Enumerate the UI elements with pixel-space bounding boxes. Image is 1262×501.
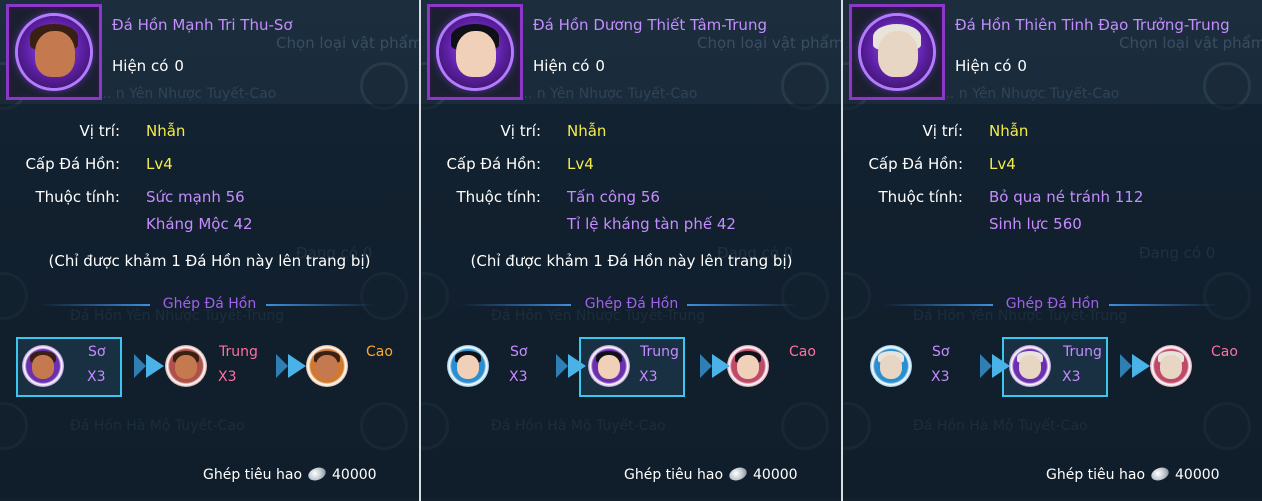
soul-stone-tier-icon[interactable] xyxy=(22,345,64,387)
attr-label: Thuộc tính: xyxy=(456,188,542,206)
soul-stone-tier-icon[interactable] xyxy=(1150,345,1192,387)
compose-cost-label: Ghép tiêu hao xyxy=(1046,467,1146,483)
compose-cost-value: 40000 xyxy=(753,467,798,483)
soul-stone-panel: Chọn loại vật phẩm... n Yên Nhược Tuyết-… xyxy=(421,0,842,501)
item-portrait xyxy=(849,4,945,100)
owned-value: 0 xyxy=(595,57,605,75)
tier-label: Trung xyxy=(219,344,258,360)
tier-count: X3 xyxy=(639,369,658,385)
inlay-note: (Chỉ được khảm 1 Đá Hồn này lên trang bị… xyxy=(48,252,371,270)
position-value: Nhẫn xyxy=(146,122,186,140)
compose-section-title: Ghép Đá Hồn xyxy=(1005,296,1100,312)
attr-label: Thuộc tính: xyxy=(878,188,964,206)
tier-count: X3 xyxy=(87,369,106,385)
tier-label: Sơ xyxy=(88,344,106,360)
tier-count: X3 xyxy=(509,369,528,385)
position-label: Vị trí: xyxy=(922,122,963,140)
tier-count: X3 xyxy=(931,369,950,385)
item-title: Đá Hồn Dương Thiết Tâm-Trung xyxy=(533,16,767,34)
owned-label: Hiện có xyxy=(112,57,169,75)
position-value: Nhẫn xyxy=(989,122,1029,140)
soul-stone-orb-icon xyxy=(861,16,933,88)
level-value: Lv4 xyxy=(567,155,594,173)
tier-label: Trung xyxy=(1063,344,1102,360)
attr-value: Tấn công 56 xyxy=(567,188,660,206)
soul-stone-tier-icon[interactable] xyxy=(588,345,630,387)
item-header: Đá Hồn Thiên Tinh Đạo Trưởng-Trung Hiện … xyxy=(843,0,1262,102)
soul-stone-tier-icon[interactable] xyxy=(727,345,769,387)
arrow-right-icon xyxy=(700,354,730,378)
compose-section-title: Ghép Đá Hồn xyxy=(162,296,257,312)
soul-stone-tier-icon[interactable] xyxy=(870,345,912,387)
position-label: Vị trí: xyxy=(79,122,120,140)
level-label: Cấp Đá Hồn: xyxy=(25,155,120,173)
soul-stone-tier-icon[interactable] xyxy=(447,345,489,387)
tier-count: X3 xyxy=(218,369,237,385)
soul-stone-orb-icon xyxy=(439,16,511,88)
owned-count: Hiện có 0 xyxy=(533,57,605,75)
panel-divider xyxy=(841,0,843,501)
tier-label: Trung xyxy=(640,344,679,360)
attr-value: Sinh lực 560 xyxy=(989,215,1082,233)
owned-count: Hiện có 0 xyxy=(112,57,184,75)
owned-value: 0 xyxy=(1017,57,1027,75)
soul-stone-tier-icon[interactable] xyxy=(1009,345,1051,387)
owned-label: Hiện có xyxy=(955,57,1012,75)
tier-label: Cao xyxy=(1211,344,1238,360)
arrow-right-icon xyxy=(980,354,1010,378)
arrow-right-icon xyxy=(556,354,586,378)
position-label: Vị trí: xyxy=(500,122,541,140)
soul-stone-tier-icon[interactable] xyxy=(306,345,348,387)
item-header: Đá Hồn Mạnh Tri Thu-Sơ Hiện có 0 xyxy=(0,0,419,102)
level-label: Cấp Đá Hồn: xyxy=(868,155,963,173)
tier-label: Sơ xyxy=(510,344,528,360)
compose-cost-value: 40000 xyxy=(332,467,377,483)
arrow-right-icon xyxy=(134,354,164,378)
compose-cost-value: 40000 xyxy=(1175,467,1220,483)
panel-divider xyxy=(419,0,421,501)
tier-count: X3 xyxy=(1062,369,1081,385)
owned-value: 0 xyxy=(174,57,184,75)
compose-cost-label: Ghép tiêu hao xyxy=(203,467,303,483)
attr-value: Kháng Mộc 42 xyxy=(146,215,253,233)
tier-label: Cao xyxy=(366,344,393,360)
inlay-note: (Chỉ được khảm 1 Đá Hồn này lên trang bị… xyxy=(470,252,793,270)
owned-count: Hiện có 0 xyxy=(955,57,1027,75)
arrow-right-icon xyxy=(1120,354,1150,378)
attr-value: Sức mạnh 56 xyxy=(146,188,245,206)
attr-value: Tỉ lệ kháng tàn phế 42 xyxy=(567,215,736,233)
level-value: Lv4 xyxy=(146,155,173,173)
level-label: Cấp Đá Hồn: xyxy=(446,155,541,173)
compose-cost-label: Ghép tiêu hao xyxy=(624,467,724,483)
item-title: Đá Hồn Mạnh Tri Thu-Sơ xyxy=(112,16,293,34)
arrow-right-icon xyxy=(276,354,306,378)
item-portrait xyxy=(427,4,523,100)
soul-stone-panel: Chọn loại vật phẩm... n Yên Nhược Tuyết-… xyxy=(0,0,419,501)
soul-stone-orb-icon xyxy=(18,16,90,88)
soul-stone-panel: Chọn loại vật phẩm... n Yên Nhược Tuyết-… xyxy=(843,0,1262,501)
position-value: Nhẫn xyxy=(567,122,607,140)
item-header: Đá Hồn Dương Thiết Tâm-Trung Hiện có 0 xyxy=(421,0,842,102)
item-portrait xyxy=(6,4,102,100)
soul-stone-tier-icon[interactable] xyxy=(165,345,207,387)
tier-label: Cao xyxy=(789,344,816,360)
item-title: Đá Hồn Thiên Tinh Đạo Trưởng-Trung xyxy=(955,16,1230,34)
tier-label: Sơ xyxy=(932,344,950,360)
owned-label: Hiện có xyxy=(533,57,590,75)
level-value: Lv4 xyxy=(989,155,1016,173)
attr-value: Bỏ qua né tránh 112 xyxy=(989,188,1144,206)
compose-section-title: Ghép Đá Hồn xyxy=(584,296,679,312)
attr-label: Thuộc tính: xyxy=(35,188,121,206)
